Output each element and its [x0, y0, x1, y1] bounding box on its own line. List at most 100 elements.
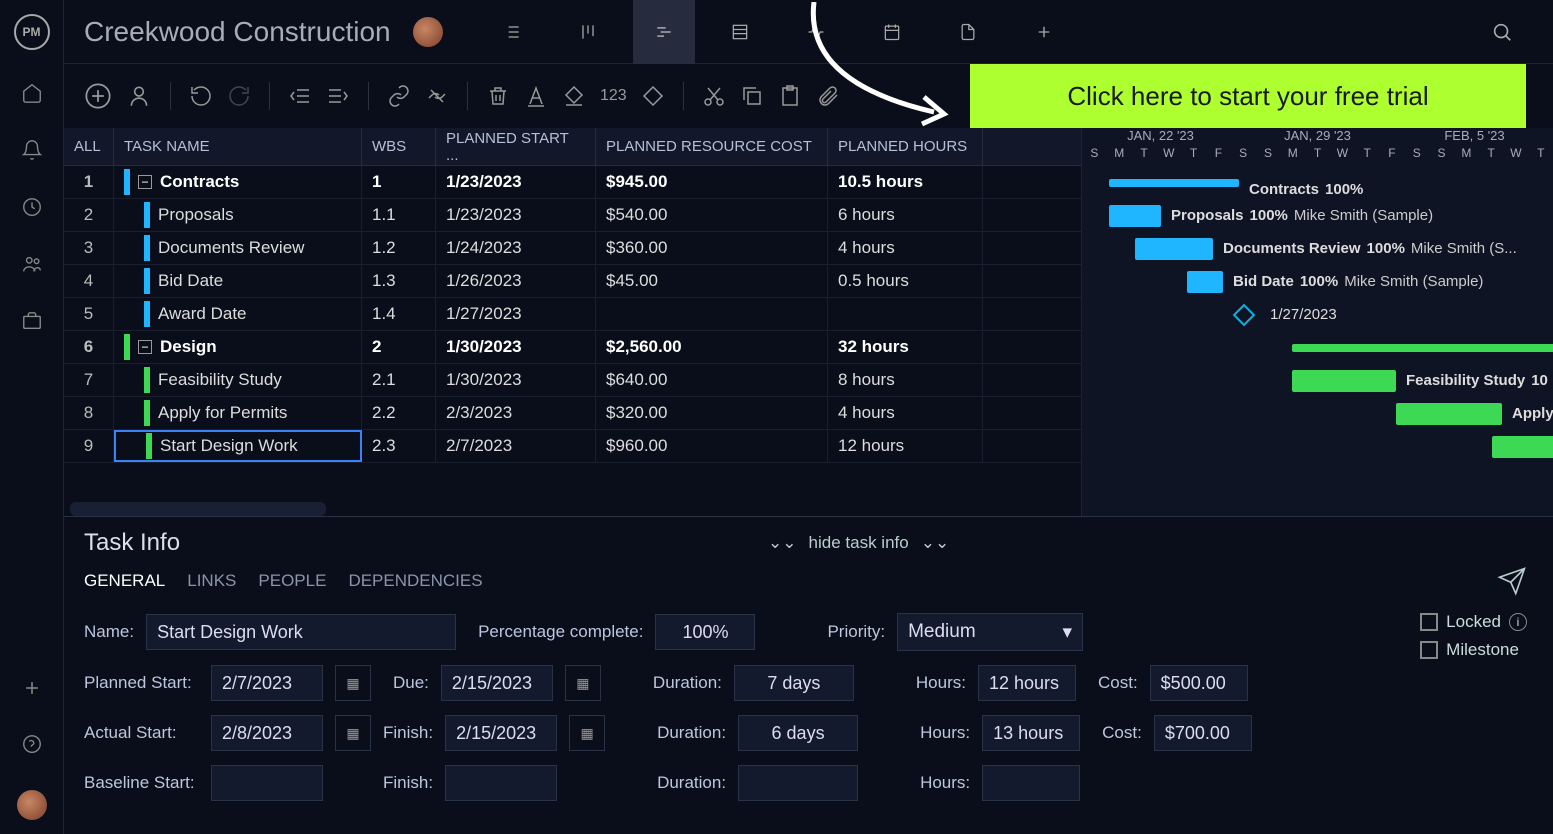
copy-button[interactable]: [740, 84, 764, 108]
table-row[interactable]: 2 Proposals 1.11/23/2023$540.006 hours: [64, 199, 1081, 232]
gantt-bar[interactable]: Documents Review 100% Mike Smith (S...: [1135, 238, 1213, 260]
gantt-bar[interactable]: Bid Date 100% Mike Smith (Sample): [1187, 271, 1223, 293]
calendar-icon[interactable]: ▦: [335, 665, 371, 701]
clock-icon[interactable]: [21, 196, 43, 221]
table-row[interactable]: 3 Documents Review 1.21/24/2023$360.004 …: [64, 232, 1081, 265]
hide-task-info[interactable]: ⌄⌄ hide task info ⌄⌄: [768, 533, 949, 553]
tab-dependencies[interactable]: DEPENDENCIES: [348, 571, 482, 591]
pct-input[interactable]: [655, 614, 755, 650]
view-calendar[interactable]: [861, 0, 923, 64]
gantt-chart: JAN, 22 '23JAN, 29 '23FEB, 5 '23 SMTWTFS…: [1082, 128, 1553, 516]
cut-button[interactable]: [702, 84, 726, 108]
due-input[interactable]: [441, 665, 553, 701]
priority-select[interactable]: Medium▾: [897, 613, 1083, 651]
attach-button[interactable]: [816, 84, 840, 108]
send-icon[interactable]: [1497, 566, 1527, 599]
actual-start-input[interactable]: [211, 715, 323, 751]
user-avatar[interactable]: [17, 790, 47, 820]
baseline-hours-input[interactable]: [982, 765, 1080, 801]
table-row[interactable]: 7 Feasibility Study 2.11/30/2023$640.008…: [64, 364, 1081, 397]
h-scrollbar[interactable]: [70, 502, 326, 516]
paste-button[interactable]: [778, 84, 802, 108]
gantt-bar[interactable]: [1492, 436, 1553, 458]
calendar-icon[interactable]: ▦: [335, 715, 371, 751]
color-button[interactable]: [562, 84, 586, 108]
col-cost[interactable]: PLANNED RESOURCE COST: [596, 128, 828, 165]
finish-input[interactable]: [445, 715, 557, 751]
view-file[interactable]: [937, 0, 999, 64]
milestone-checkbox[interactable]: [1420, 641, 1438, 659]
table-row[interactable]: 6 −Design 21/30/2023$2,560.0032 hours: [64, 331, 1081, 364]
add-button[interactable]: [84, 82, 112, 110]
duration-input[interactable]: [734, 665, 854, 701]
table-row[interactable]: 9 Start Design Work 2.32/7/2023$960.0012…: [64, 430, 1081, 463]
gantt-row: Contracts 100%: [1082, 166, 1553, 199]
gantt-bar[interactable]: [1292, 344, 1553, 352]
baseline-start-input[interactable]: [211, 765, 323, 801]
baseline-duration-input[interactable]: [738, 765, 858, 801]
view-list[interactable]: [481, 0, 543, 64]
name-input[interactable]: [146, 614, 456, 650]
gantt-bar[interactable]: Proposals 100% Mike Smith (Sample): [1109, 205, 1161, 227]
outdent-button[interactable]: [288, 84, 312, 108]
actual-cost-input[interactable]: [1154, 715, 1252, 751]
chevron-down-icon: ⌄⌄: [921, 533, 950, 553]
gantt-bar[interactable]: Apply f: [1396, 403, 1502, 425]
col-name[interactable]: TASK NAME: [114, 128, 362, 165]
col-all[interactable]: ALL: [64, 128, 114, 165]
view-activity[interactable]: [785, 0, 847, 64]
delete-button[interactable]: [486, 84, 510, 108]
table-row[interactable]: 5 Award Date 1.41/27/2023: [64, 298, 1081, 331]
locked-checkbox[interactable]: [1420, 613, 1438, 631]
milestone-button[interactable]: [641, 84, 665, 108]
cost-input[interactable]: [1150, 665, 1248, 701]
assignee-button[interactable]: [126, 83, 152, 109]
baseline-finish-input[interactable]: [445, 765, 557, 801]
bell-icon[interactable]: [21, 139, 43, 164]
view-sheet[interactable]: [709, 0, 771, 64]
hours-input[interactable]: [978, 665, 1076, 701]
redo-button[interactable]: [227, 84, 251, 108]
task-grid: ALL TASK NAME WBS PLANNED START ... PLAN…: [64, 128, 1082, 516]
view-gantt[interactable]: [633, 0, 695, 64]
calendar-icon[interactable]: ▦: [569, 715, 605, 751]
indent-button[interactable]: [326, 84, 350, 108]
tab-links[interactable]: LINKS: [187, 571, 236, 591]
gantt-row: Proposals 100% Mike Smith (Sample): [1082, 199, 1553, 232]
col-hours[interactable]: PLANNED HOURS: [828, 128, 983, 165]
col-wbs[interactable]: WBS: [362, 128, 436, 165]
gantt-bar[interactable]: Feasibility Study 10: [1292, 370, 1396, 392]
cta-button[interactable]: Click here to start your free trial: [970, 64, 1526, 128]
people-icon[interactable]: [21, 253, 43, 278]
pct-label: Percentage complete:: [478, 622, 643, 642]
view-add[interactable]: [1013, 0, 1075, 64]
link-button[interactable]: [387, 84, 411, 108]
calendar-icon[interactable]: ▦: [565, 665, 601, 701]
table-row[interactable]: 8 Apply for Permits 2.22/3/2023$320.004 …: [64, 397, 1081, 430]
unlink-button[interactable]: [425, 84, 449, 108]
tab-people[interactable]: PEOPLE: [258, 571, 326, 591]
briefcase-icon[interactable]: [21, 310, 43, 335]
view-board[interactable]: [557, 0, 619, 64]
app-logo[interactable]: PM: [14, 14, 50, 50]
search-icon[interactable]: [1471, 0, 1533, 64]
help-icon[interactable]: [21, 733, 43, 758]
milestone-marker[interactable]: [1233, 303, 1256, 326]
plus-icon[interactable]: [22, 678, 42, 701]
table-row[interactable]: 4 Bid Date 1.31/26/2023$45.000.5 hours: [64, 265, 1081, 298]
task-info-title: Task Info: [84, 529, 180, 557]
actual-duration-input[interactable]: [738, 715, 858, 751]
text-button[interactable]: [524, 84, 548, 108]
tab-general[interactable]: GENERAL: [84, 571, 165, 591]
planned-start-input[interactable]: [211, 665, 323, 701]
actual-hours-input[interactable]: [982, 715, 1080, 751]
col-start[interactable]: PLANNED START ...: [436, 128, 596, 165]
number-button[interactable]: 123: [600, 87, 627, 105]
undo-button[interactable]: [189, 84, 213, 108]
table-row[interactable]: 1 −Contracts 11/23/2023$945.0010.5 hours: [64, 166, 1081, 199]
project-title: Creekwood Construction: [84, 16, 391, 48]
home-icon[interactable]: [21, 82, 43, 107]
info-icon[interactable]: i: [1509, 613, 1527, 631]
project-owner-avatar[interactable]: [413, 17, 443, 47]
gantt-bar[interactable]: Contracts 100%: [1109, 179, 1239, 187]
